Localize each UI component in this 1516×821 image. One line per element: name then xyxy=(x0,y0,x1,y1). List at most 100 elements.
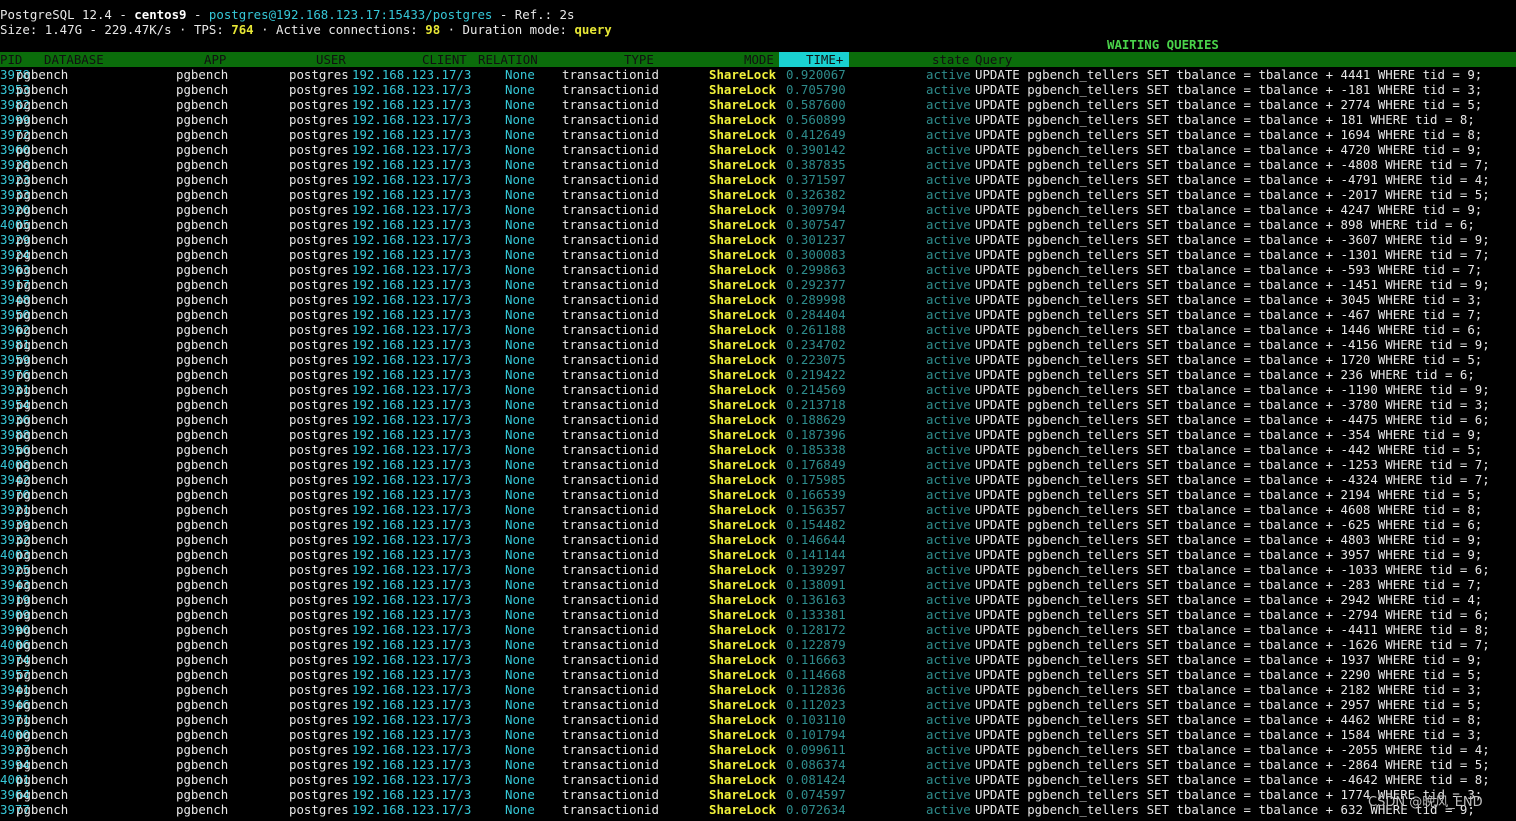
table-row[interactable]: 3972 pgbench pgbench postgres 192.168.123.17… xyxy=(0,127,1516,142)
cell-rel: None xyxy=(505,727,535,742)
cell-app: pgbench xyxy=(176,607,229,622)
cell-mode: ShareLock xyxy=(709,652,777,667)
cell-user: postgres xyxy=(289,742,349,757)
table-row[interactable]: 3974 pgbench pgbench postgres 192.168.123.17… xyxy=(0,652,1516,667)
cell-type: transactionid xyxy=(562,772,659,787)
section-title: WAITING QUERIES xyxy=(1107,37,1219,52)
cell-time: 0.156357 xyxy=(786,502,846,517)
cell-client: 192.168.123.17/3 xyxy=(352,727,472,742)
cell-state: active xyxy=(926,172,971,187)
cell-mode: ShareLock xyxy=(709,142,777,157)
table-row[interactable]: 4001 pgbench pgbench postgres 192.168.123.17… xyxy=(0,772,1516,787)
table-row[interactable]: 3921 pgbench pgbench postgres 192.168.123.17… xyxy=(0,502,1516,517)
cell-time: 0.146644 xyxy=(786,532,846,547)
table-row[interactable]: 3923 pgbench pgbench postgres 192.168.123.17… xyxy=(0,172,1516,187)
table-row[interactable]: 3928 pgbench pgbench postgres 192.168.123.17… xyxy=(0,157,1516,172)
table-row[interactable]: 3990 pgbench pgbench postgres 192.168.123.17… xyxy=(0,622,1516,637)
table-row[interactable]: 3981 pgbench pgbench postgres 192.168.123.17… xyxy=(0,337,1516,352)
col-app[interactable]: APP xyxy=(204,52,226,67)
table-row[interactable]: 3988 pgbench pgbench postgres 192.168.123.17… xyxy=(0,427,1516,442)
cell-state: active xyxy=(926,577,971,592)
col-time[interactable]: TIME+ xyxy=(806,52,843,67)
cell-app: pgbench xyxy=(176,292,229,307)
col-user[interactable]: USER xyxy=(316,52,346,67)
table-row[interactable]: 3954 pgbench pgbench postgres 192.168.123.17… xyxy=(0,397,1516,412)
cell-rel: None xyxy=(505,682,535,697)
col-pid[interactable]: PID xyxy=(0,52,22,67)
table-row[interactable]: 4005 pgbench pgbench postgres 192.168.123.17… xyxy=(0,217,1516,232)
cell-app: pgbench xyxy=(176,487,229,502)
table-row[interactable]: 3976 pgbench pgbench postgres 192.168.123.17… xyxy=(0,367,1516,382)
table-row[interactable]: 3978 pgbench pgbench postgres 192.168.123.17… xyxy=(0,67,1516,82)
table-row[interactable]: 3963 pgbench pgbench postgres 192.168.123.17… xyxy=(0,262,1516,277)
cell-mode: ShareLock xyxy=(709,262,777,277)
table-row[interactable]: 3946 pgbench pgbench postgres 192.168.123.17… xyxy=(0,697,1516,712)
cell-mode: ShareLock xyxy=(709,382,777,397)
table-row[interactable]: 3941 pgbench pgbench postgres 192.168.123.17… xyxy=(0,682,1516,697)
table-row[interactable]: 3931 pgbench pgbench postgres 192.168.123.17… xyxy=(0,382,1516,397)
table-row[interactable]: 3959 pgbench pgbench postgres 192.168.123.17… xyxy=(0,352,1516,367)
table-row[interactable]: 3960 pgbench pgbench postgres 192.168.123.17… xyxy=(0,142,1516,157)
col-database[interactable]: DATABASE xyxy=(44,52,104,67)
table-row[interactable]: 3920 pgbench pgbench postgres 192.168.123.17… xyxy=(0,202,1516,217)
cell-client: 192.168.123.17/3 xyxy=(352,592,472,607)
col-query[interactable]: Query xyxy=(975,52,1012,67)
table-row[interactable]: 4003 pgbench pgbench postgres 192.168.123.17… xyxy=(0,547,1516,562)
col-mode[interactable]: MODE xyxy=(744,52,774,67)
status-line-1: PostgreSQL 12.4 - centos9 - postgres@192… xyxy=(0,7,574,22)
cell-query: UPDATE pgbench_tellers SET tbalance = tb… xyxy=(975,307,1483,322)
table-row[interactable]: 3977 pgbench pgbench postgres 192.168.123.17… xyxy=(0,802,1516,817)
col-state[interactable]: state xyxy=(932,52,969,67)
table-row[interactable]: 4000 pgbench pgbench postgres 192.168.123.17… xyxy=(0,727,1516,742)
table-row[interactable]: 3942 pgbench pgbench postgres 192.168.123.17… xyxy=(0,472,1516,487)
watermark: CSDN @晚风_END xyxy=(1368,795,1483,810)
table-row[interactable]: 3925 pgbench pgbench postgres 192.168.123.17… xyxy=(0,562,1516,577)
cell-state: active xyxy=(926,142,971,157)
table-row[interactable]: 3929 pgbench pgbench postgres 192.168.123.17… xyxy=(0,232,1516,247)
cell-type: transactionid xyxy=(562,757,659,772)
table-row[interactable]: 3953 pgbench pgbench postgres 192.168.123.17… xyxy=(0,82,1516,97)
col-client[interactable]: CLIENT xyxy=(422,52,467,67)
pg-version: PostgreSQL 12.4 xyxy=(0,7,112,22)
table-row[interactable]: 3964 pgbench pgbench postgres 192.168.123.17… xyxy=(0,787,1516,802)
cell-mode: ShareLock xyxy=(709,667,777,682)
table-row[interactable]: 3919 pgbench pgbench postgres 192.168.123.17… xyxy=(0,592,1516,607)
cell-type: transactionid xyxy=(562,697,659,712)
cell-rel: None xyxy=(505,142,535,157)
cell-mode: ShareLock xyxy=(709,202,777,217)
cell-state: active xyxy=(926,97,971,112)
table-row[interactable]: 3994 pgbench pgbench postgres 192.168.123.17… xyxy=(0,757,1516,772)
cell-rel: None xyxy=(505,262,535,277)
cell-client: 192.168.123.17/3 xyxy=(352,502,472,517)
table-row[interactable]: 3909 pgbench pgbench postgres 192.168.123.17… xyxy=(0,607,1516,622)
col-relation[interactable]: RELATION xyxy=(478,52,538,67)
table-row[interactable]: 4008 pgbench pgbench postgres 192.168.123.17… xyxy=(0,457,1516,472)
table-row[interactable]: 3939 pgbench pgbench postgres 192.168.123.17… xyxy=(0,517,1516,532)
table-row[interactable]: 3917 pgbench pgbench postgres 192.168.123.17… xyxy=(0,277,1516,292)
cell-db: pgbench xyxy=(16,652,69,667)
table-row[interactable]: 3936 pgbench pgbench postgres 192.168.123.17… xyxy=(0,412,1516,427)
table-row[interactable]: 3970 pgbench pgbench postgres 192.168.123.17… xyxy=(0,487,1516,502)
cell-query: UPDATE pgbench_tellers SET tbalance = tb… xyxy=(975,607,1490,622)
table-row[interactable]: 3971 pgbench pgbench postgres 192.168.123.17… xyxy=(0,712,1516,727)
cell-mode: ShareLock xyxy=(709,607,777,622)
table-row[interactable]: 3933 pgbench pgbench postgres 192.168.123.17… xyxy=(0,187,1516,202)
table-row[interactable]: 3948 pgbench pgbench postgres 192.168.123.17… xyxy=(0,292,1516,307)
table-row[interactable]: 3999 pgbench pgbench postgres 192.168.123.17… xyxy=(0,112,1516,127)
cell-app: pgbench xyxy=(176,67,229,82)
cell-query: UPDATE pgbench_tellers SET tbalance = tb… xyxy=(975,622,1490,637)
cell-client: 192.168.123.17/3 xyxy=(352,202,472,217)
table-row[interactable]: 3927 pgbench pgbench postgres 192.168.123.17… xyxy=(0,742,1516,757)
table-row[interactable]: 3943 pgbench pgbench postgres 192.168.123.17… xyxy=(0,577,1516,592)
table-row[interactable]: 3932 pgbench pgbench postgres 192.168.123.17… xyxy=(0,532,1516,547)
col-type[interactable]: TYPE xyxy=(624,52,654,67)
table-row[interactable]: 3950 pgbench pgbench postgres 192.168.123.17… xyxy=(0,307,1516,322)
cell-db: pgbench xyxy=(16,502,69,517)
table-row[interactable]: 4006 pgbench pgbench postgres 192.168.123.17… xyxy=(0,637,1516,652)
cell-state: active xyxy=(926,397,971,412)
table-row[interactable]: 3956 pgbench pgbench postgres 192.168.123.17… xyxy=(0,442,1516,457)
table-row[interactable]: 3962 pgbench pgbench postgres 192.168.123.17… xyxy=(0,322,1516,337)
table-row[interactable]: 3957 pgbench pgbench postgres 192.168.123.17… xyxy=(0,667,1516,682)
table-row[interactable]: 3982 pgbench pgbench postgres 192.168.123.17… xyxy=(0,97,1516,112)
table-row[interactable]: 3924 pgbench pgbench postgres 192.168.123.17… xyxy=(0,247,1516,262)
